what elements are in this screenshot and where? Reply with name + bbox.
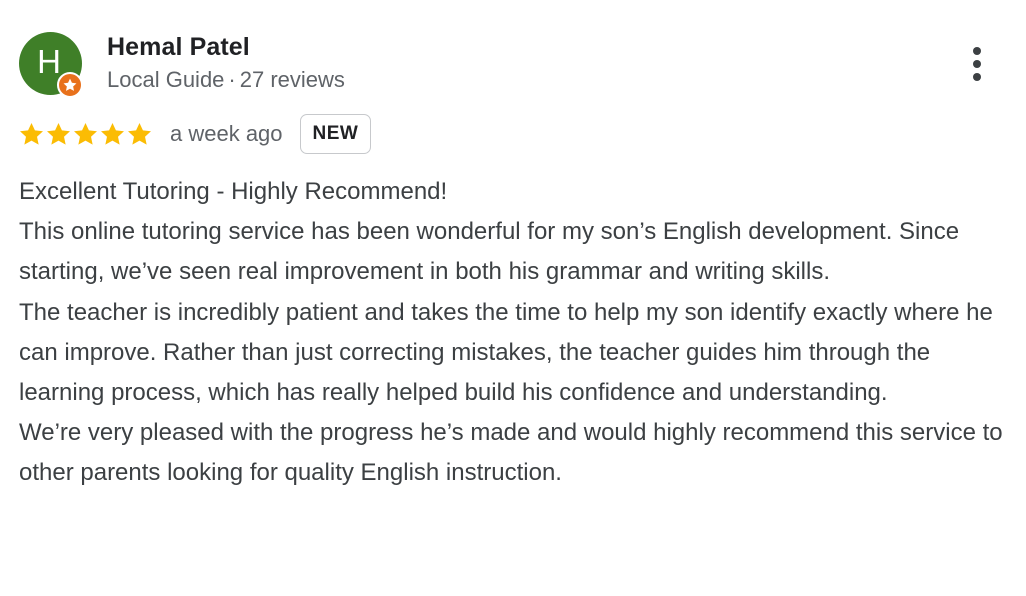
star-icon bbox=[20, 122, 43, 145]
review-count: 27 reviews bbox=[239, 67, 345, 92]
rating-row: a week ago NEW bbox=[18, 113, 372, 155]
more-vert-icon bbox=[973, 47, 981, 55]
star-icon bbox=[74, 122, 97, 145]
meta-separator: · bbox=[228, 67, 236, 92]
local-guide-badge-icon bbox=[57, 72, 83, 98]
review-title: Excellent Tutoring - Highly Recommend! bbox=[19, 178, 448, 205]
review-paragraph: This online tutoring service has been wo… bbox=[19, 218, 960, 286]
more-vert-icon-dot bbox=[973, 73, 981, 81]
local-guide-star-icon bbox=[63, 78, 77, 91]
avatar-initial: H bbox=[37, 42, 61, 80]
review-text: Excellent Tutoring - Highly Recommend! Th… bbox=[19, 172, 1019, 494]
more-options-button[interactable] bbox=[962, 44, 992, 84]
review-paragraph: We’re very pleased with the progress he’… bbox=[19, 419, 1003, 487]
review-paragraph: The teacher is incredibly patient and ta… bbox=[19, 298, 993, 407]
new-badge: NEW bbox=[299, 114, 372, 154]
author-meta: Local Guide · 27 reviews bbox=[107, 67, 345, 93]
more-vert-icon-dot bbox=[973, 60, 981, 68]
star-icon bbox=[128, 122, 151, 145]
review-date: a week ago bbox=[170, 121, 283, 146]
review-card: H Hemal Patel Local Guide · 27 reviews a w… bbox=[0, 0, 1026, 596]
star-rating bbox=[18, 121, 153, 148]
local-guide-label: Local Guide bbox=[107, 67, 225, 92]
author-name[interactable]: Hemal Patel bbox=[107, 33, 250, 62]
star-icon bbox=[101, 122, 124, 145]
star-icon bbox=[47, 122, 70, 145]
